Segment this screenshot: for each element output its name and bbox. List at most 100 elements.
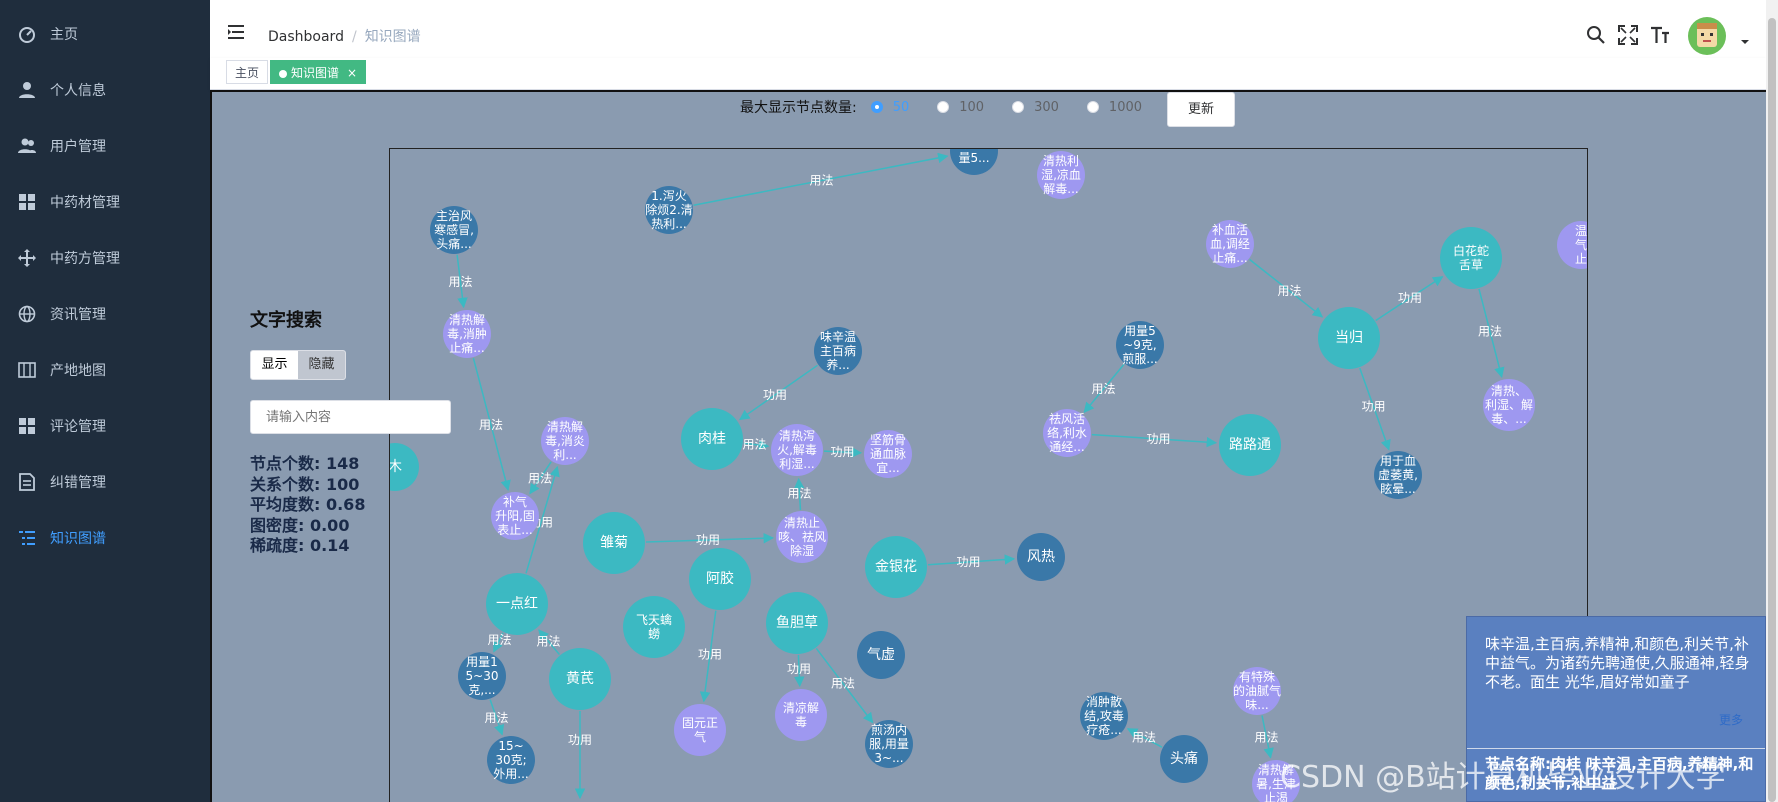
sidebar-item-5[interactable]: 资讯管理 xyxy=(0,286,210,342)
sidebar-item-1[interactable]: 个人信息 xyxy=(0,62,210,118)
graph-node[interactable]: 清凉解毒 xyxy=(775,689,827,741)
stat-edge-count: 关系个数: 100 xyxy=(250,474,360,494)
show-button[interactable]: 显示 xyxy=(251,351,298,379)
graph-node[interactable]: 白花蛇舌草 xyxy=(1440,227,1502,289)
graph-node[interactable]: 消肿散结,攻毒疗疮... xyxy=(1080,692,1128,740)
edge-label: 功用 xyxy=(787,662,811,676)
graph-edges: 用法用法用法功用 用法用法功用功用用法用法功用用法功用功用用法功用用法用法功用用法… xyxy=(448,152,1505,800)
sidebar-item-3[interactable]: 中药材管理 xyxy=(0,174,210,230)
chevron-down-icon[interactable] xyxy=(1740,38,1750,46)
graph-node[interactable]: 金银花 xyxy=(865,536,927,598)
tag-home[interactable]: 主页 xyxy=(226,60,269,84)
radio-circle-icon xyxy=(870,101,883,113)
tag-active-label: 知识图谱 xyxy=(291,66,340,80)
node-label: 清热止 xyxy=(784,516,820,530)
graph-node[interactable]: 用量15~30克,... xyxy=(458,652,506,700)
font-size-icon[interactable] xyxy=(1650,25,1670,45)
node-label: 利... xyxy=(553,448,576,462)
page-scrollbar[interactable] xyxy=(1766,0,1778,802)
graph-node[interactable]: 补气升阳,固表止... xyxy=(491,492,539,540)
node-label: 当归 xyxy=(1335,329,1363,346)
graph-node[interactable]: 清热泻火,解毒利湿... xyxy=(771,424,823,476)
graph-node[interactable]: 温气止 xyxy=(1557,221,1588,269)
sidebar-item-4[interactable]: 中药方管理 xyxy=(0,230,210,286)
graph-node[interactable]: 有特殊的油腻气味... xyxy=(1233,667,1281,715)
breadcrumb-root[interactable]: Dashboard xyxy=(268,29,344,45)
graph-svg[interactable]: 用法用法用法功用 用法用法功用功用用法用法功用用法功用功用用法功用用法用法功用用法… xyxy=(390,149,1588,802)
graph-node[interactable]: 补血活血,调经止痛... xyxy=(1206,220,1254,268)
node-label: 煎服... xyxy=(1122,351,1157,366)
sidebar-item-6[interactable]: 产地地图 xyxy=(0,342,210,398)
graph-node[interactable]: 雏菊 xyxy=(583,512,645,574)
graph-node[interactable]: 煎汤内服,用量3~... xyxy=(865,720,913,768)
edge-label: 功用 xyxy=(1398,291,1422,305)
node-label: 的油腻气 xyxy=(1233,683,1281,698)
sidebar-item-label: 知识图谱 xyxy=(50,531,106,547)
graph-node[interactable]: 黄芪 xyxy=(549,648,611,710)
knowledge-graph[interactable]: 用法 用法 用法 功用 用法 用法 功用 功用 用法 用法 功用 用法 功用 功用 用法 功用 用法 用法 功用 用法… xyxy=(389,148,1588,802)
graph-node[interactable]: 风热 xyxy=(1017,533,1065,581)
graph-node[interactable]: 飞天蠄蟧 xyxy=(623,596,685,658)
node-label: 通血脉 xyxy=(870,446,906,461)
radio-1000[interactable]: 1000 xyxy=(1086,100,1142,115)
map-icon xyxy=(18,362,36,378)
node-label: 黄芪 xyxy=(566,670,594,687)
sidebar-item-9[interactable]: 知识图谱 xyxy=(0,510,210,566)
graph-node[interactable]: 一点红 xyxy=(486,573,548,635)
graph-node[interactable]: 阿胶 xyxy=(689,548,751,610)
search-icon[interactable] xyxy=(1586,25,1606,45)
tags-view: 主页 知识图谱 × xyxy=(210,58,1766,90)
avatar[interactable] xyxy=(1688,17,1726,55)
graph-node[interactable]: 15~30克;外用... xyxy=(487,736,535,784)
graph-node[interactable]: 主治风寒感冒,头痛... xyxy=(430,206,478,254)
sidebar-item-2[interactable]: 用户管理 xyxy=(0,118,210,174)
graph-node[interactable]: 用5量5... xyxy=(950,149,998,175)
graph-node[interactable]: 肉桂 xyxy=(681,408,743,470)
graph-node[interactable]: 1.泻火除烦2.清热利... xyxy=(645,186,693,234)
radio-300[interactable]: 300 xyxy=(1012,100,1059,115)
scrollbar-thumb[interactable] xyxy=(1768,18,1776,802)
radio-50[interactable]: 50 xyxy=(870,100,909,115)
tag-knowledge-graph[interactable]: 知识图谱 × xyxy=(270,60,367,84)
fullscreen-icon[interactable] xyxy=(1618,25,1638,45)
graph-node[interactable]: 木 xyxy=(390,443,419,491)
search-input[interactable] xyxy=(250,400,451,434)
breadcrumb-current: 知识图谱 xyxy=(364,29,421,45)
edge-label: 用法 xyxy=(809,174,833,188)
graph-node[interactable]: 清热解毒,消肿止痛... xyxy=(443,310,491,358)
sidebar-item-label: 用户管理 xyxy=(50,139,106,155)
sidebar-item-7[interactable]: 评论管理 xyxy=(0,398,210,454)
sidebar-item-8[interactable]: 纠错管理 xyxy=(0,454,210,510)
sidebar-item-0[interactable]: 主页 xyxy=(0,6,210,62)
node-label: 服,用量 xyxy=(869,737,909,751)
graph-node[interactable]: 坚筋骨通血脉宜... xyxy=(864,430,912,478)
dashboard-icon xyxy=(19,27,35,43)
graph-node[interactable]: 清热、利湿、解毒、... xyxy=(1483,379,1535,431)
graph-node[interactable]: 清热止咳、祛风除湿 xyxy=(776,511,828,563)
graph-node[interactable]: 当归 xyxy=(1318,307,1380,369)
breadcrumb-separator: / xyxy=(351,29,357,45)
node-label: 寒感冒, xyxy=(434,222,474,237)
graph-node[interactable]: 头痛 xyxy=(1160,735,1208,783)
radio-100[interactable]: 100 xyxy=(937,100,984,115)
graph-node[interactable]: 固元正气 xyxy=(674,704,726,756)
hide-button[interactable]: 隐藏 xyxy=(298,351,345,379)
graph-node[interactable]: 鱼胆草 xyxy=(766,592,828,654)
graph-node[interactable]: 用量5~9克,煎服... xyxy=(1116,321,1164,369)
graph-node[interactable]: 味辛温主百病养... xyxy=(814,327,862,375)
graph-node[interactable]: 路路通 xyxy=(1219,414,1281,476)
hamburger-icon[interactable] xyxy=(228,24,246,40)
node-label: 气 xyxy=(1575,237,1587,252)
graph-node[interactable]: 清热利湿,凉血解毒... xyxy=(1037,151,1085,199)
graph-node[interactable]: 用于血虚萎黄,眩晕... xyxy=(1374,451,1422,499)
close-icon[interactable]: × xyxy=(347,66,357,80)
graph-node[interactable]: 祛风活络,利水通经... xyxy=(1043,409,1091,457)
node-label: 火,解毒 xyxy=(777,443,817,457)
edge-label: 用法 xyxy=(528,472,552,486)
graph-node[interactable]: 清热解毒,消炎利... xyxy=(541,417,589,465)
show-hide-toggle[interactable]: 显示 隐藏 xyxy=(250,350,346,380)
graph-node[interactable]: 气虚 xyxy=(857,631,905,679)
update-button[interactable]: 更新 xyxy=(1167,92,1235,127)
node-label: 温 xyxy=(1575,224,1587,238)
tooltip-more-link[interactable]: 更多 xyxy=(1719,711,1743,728)
